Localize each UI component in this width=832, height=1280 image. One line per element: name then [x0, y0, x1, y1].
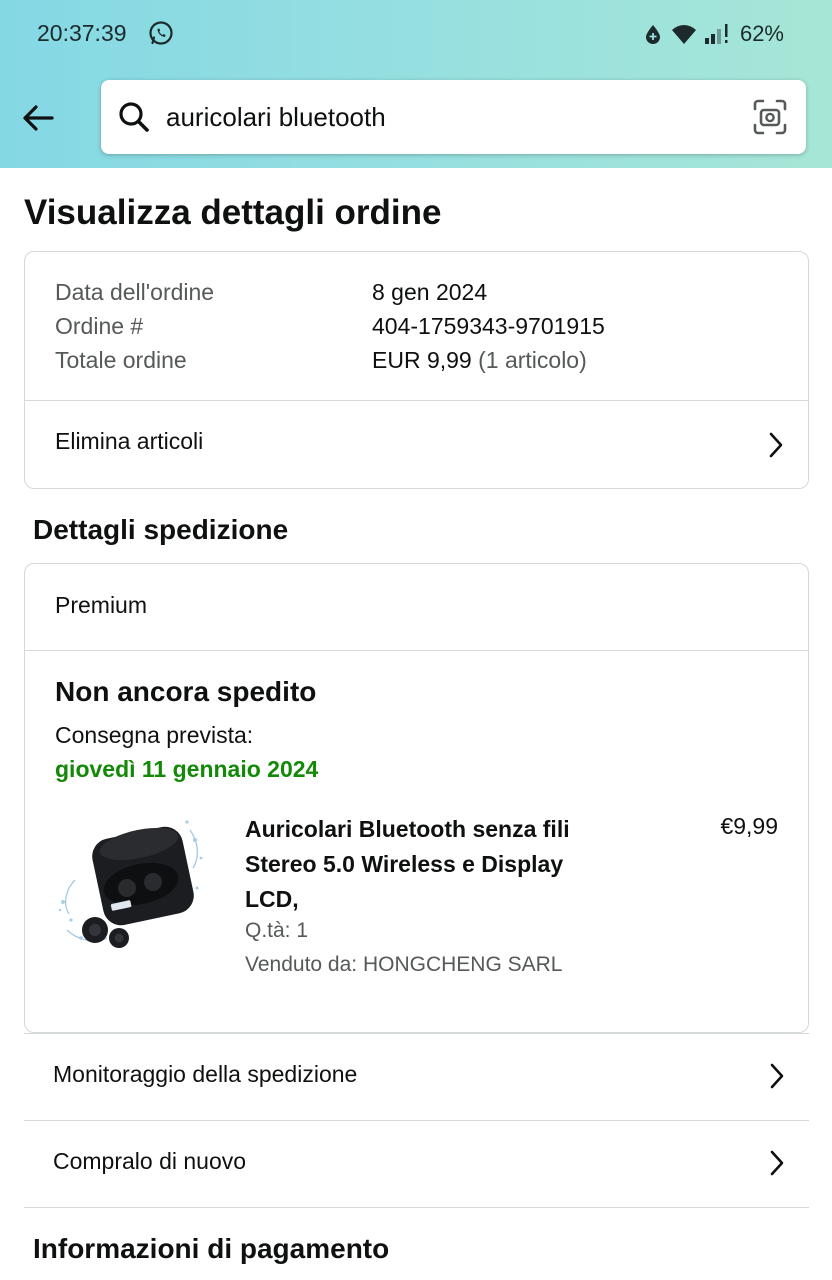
status-icons: 62% [642, 20, 784, 48]
order-number-label: Ordine # [55, 313, 144, 339]
chevron-right-icon [770, 1150, 784, 1176]
order-total-amount: EUR 9,99 [372, 347, 472, 373]
delivery-label: Consegna prevista: [55, 722, 254, 748]
battery-percentage: 62% [739, 21, 784, 46]
order-total-label: Totale ordine [55, 347, 187, 373]
track-shipment-row[interactable]: Monitoraggio della spedizione [24, 1033, 809, 1120]
back-arrow-icon[interactable] [20, 100, 56, 136]
shipment-card: Premium Non ancora spedito Consegna prev… [24, 563, 809, 1033]
order-date-label: Data dell'ordine [55, 279, 215, 305]
order-summary-card: Data dell'ordine 8 gen 2024 Ordine # 404… [24, 251, 809, 489]
order-item-count: (1 articolo) [478, 347, 587, 373]
order-number-value: 404-1759343-9701915 [372, 313, 605, 339]
buy-again-row[interactable]: Compralo di nuovo [24, 1120, 809, 1208]
delete-items-label: Elimina articoli [55, 428, 204, 454]
delivery-date: giovedì 11 gennaio 2024 [55, 756, 319, 782]
product-image[interactable] [55, 810, 205, 960]
buy-again-label: Compralo di nuovo [53, 1148, 247, 1174]
search-input[interactable]: auricolari bluetooth [166, 102, 386, 133]
chevron-right-icon [770, 1063, 784, 1089]
divider [25, 650, 808, 651]
app-header: 20:37:39 62% auricolari bluetooth [0, 0, 832, 168]
product-title-link[interactable]: Auricolari Bluetooth senza fili Stereo 5… [245, 812, 595, 917]
camera-lens-icon[interactable] [752, 98, 788, 136]
status-time: 20:37:39 [37, 20, 127, 46]
search-icon [119, 102, 149, 132]
wifi-icon [671, 25, 696, 44]
delete-items-row[interactable]: Elimina articoli [25, 401, 808, 489]
chevron-right-icon [769, 432, 783, 458]
shipping-method: Premium [55, 592, 148, 618]
search-bar[interactable]: auricolari bluetooth [101, 80, 806, 154]
product-seller: Venduto da: HONGCHENG SARL [245, 953, 563, 976]
shipping-section-title: Dettagli spedizione [33, 514, 289, 545]
signal-icon [704, 24, 728, 44]
page-title: Visualizza dettagli ordine [24, 193, 442, 232]
product-quantity: Q.tà: 1 [245, 919, 309, 942]
data-saver-icon [645, 25, 660, 44]
product-price: €9,99 [720, 813, 778, 839]
order-total-value: EUR 9,99 (1 articolo) [372, 347, 587, 374]
order-date-value: 8 gen 2024 [372, 279, 488, 305]
whatsapp-icon [149, 21, 173, 45]
shipment-status: Non ancora spedito [55, 676, 317, 707]
track-shipment-label: Monitoraggio della spedizione [53, 1061, 358, 1087]
payment-section-title: Informazioni di pagamento [33, 1233, 390, 1264]
